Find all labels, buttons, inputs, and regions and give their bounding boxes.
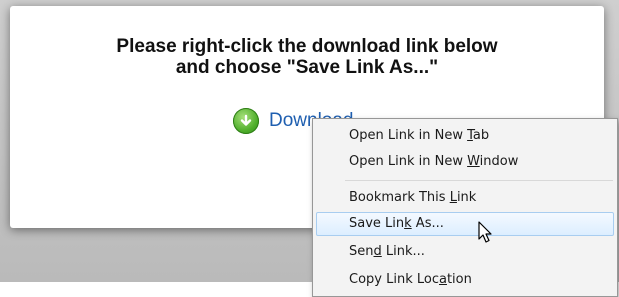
- menu-item-copy-link-location[interactable]: Copy Link Location: [349, 269, 472, 291]
- menu-item-open-link-new-tab[interactable]: Open Link in New Tab: [349, 125, 489, 147]
- download-arrow-icon: [233, 108, 259, 134]
- instruction-text: Please right-click the download link bel…: [10, 36, 604, 78]
- menu-item-open-link-new-window[interactable]: Open Link in New Window: [349, 151, 518, 173]
- instruction-line-2: and choose "Save Link As...": [175, 57, 439, 78]
- mouse-pointer-icon: [478, 221, 492, 243]
- instruction-line-1: Please right-click the download link bel…: [116, 36, 498, 57]
- menu-item-send-link[interactable]: Send Link...: [349, 241, 425, 263]
- menu-separator: [345, 180, 613, 181]
- menu-item-save-link-as[interactable]: Save Link As...: [349, 213, 444, 235]
- menu-item-bookmark-this-link[interactable]: Bookmark This Link: [349, 187, 476, 209]
- context-menu: Open Link in New Tab Open Link in New Wi…: [312, 118, 618, 297]
